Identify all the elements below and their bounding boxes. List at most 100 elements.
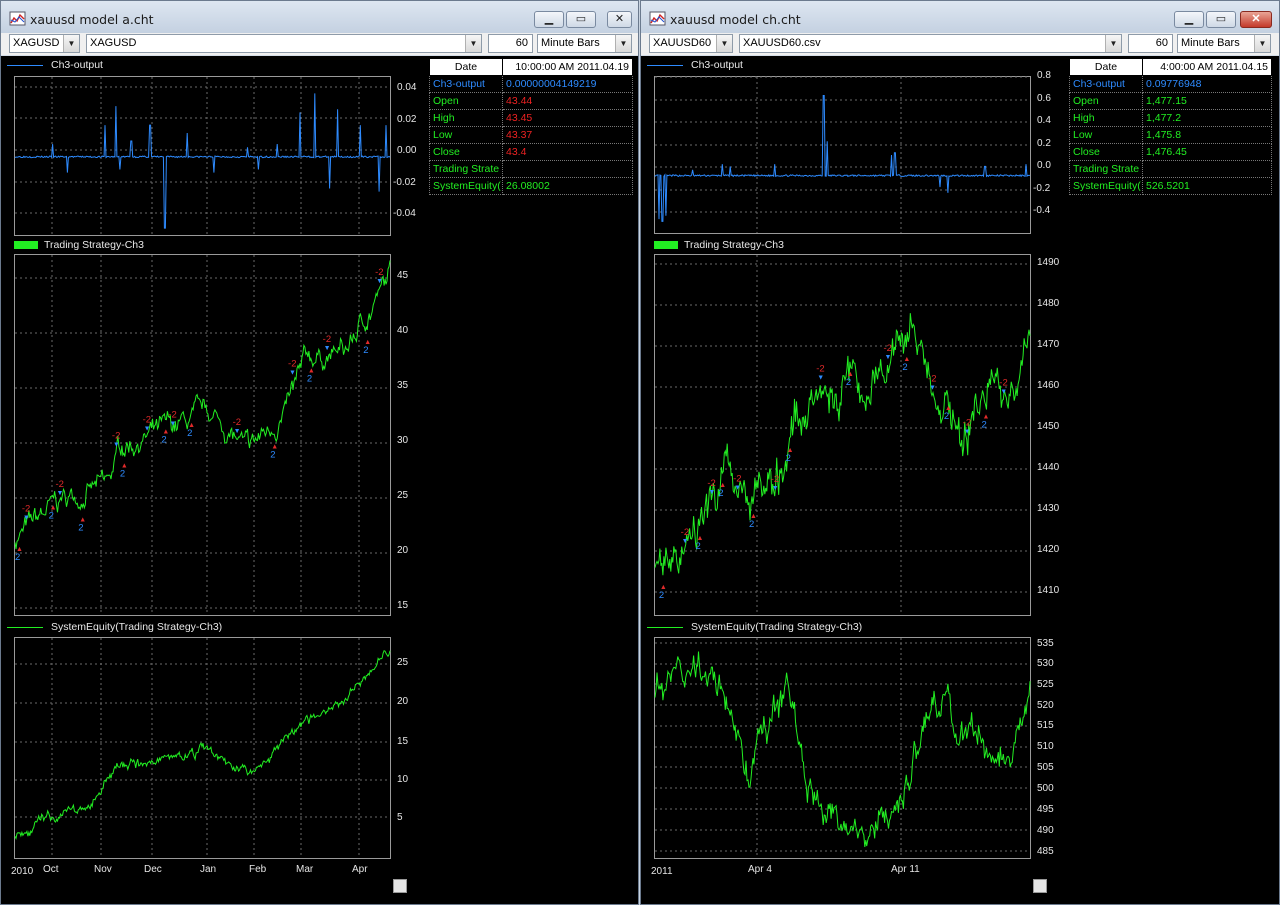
data-window: Date 10:00:00 AM 2011.04.19 Ch3-output 0.0… xyxy=(429,58,633,195)
x-tick: Apr 11 xyxy=(891,864,920,875)
interval-input[interactable]: 60 xyxy=(488,34,533,53)
y-tick: 25 xyxy=(397,657,409,668)
price-pane[interactable]: ▲2▼-2▲2▼-2▲2▼-2▲2▼-2▲2▼-2▲2▼-2▲2▼-2▲2▼-2… xyxy=(14,254,391,616)
table-row: High 1,477.2 xyxy=(1069,109,1272,127)
x-tick: Mar xyxy=(296,864,314,875)
x-start-label: 2010 xyxy=(11,866,34,877)
sell-marker: ▼ xyxy=(708,489,715,496)
symbol-description-value: XAGUSD xyxy=(90,37,137,49)
chart-window-a[interactable]: xauusd model a.cht ▁ ▭ ✕ XAGUSD ▼ XAGUSD… xyxy=(0,0,639,905)
chevron-down-icon[interactable]: ▼ xyxy=(1105,35,1121,52)
table-row: Close 43.4 xyxy=(429,143,633,161)
symbol-select[interactable]: XAUUSD60 ▼ xyxy=(649,34,733,53)
chart-window-b[interactable]: xauusd model ch.cht ▁ ▭ ✕ XAUUSD60 ▼ XAU… xyxy=(640,0,1280,905)
x-tick: Nov xyxy=(94,864,112,875)
y-tick: 485 xyxy=(1037,846,1054,857)
symbol-description-select[interactable]: XAGUSD ▼ xyxy=(86,34,482,53)
output-pane[interactable] xyxy=(654,76,1031,234)
trade-size-label: -2 xyxy=(323,334,331,345)
trade-size-label: 2 xyxy=(363,345,368,356)
trade-size-label: 2 xyxy=(15,552,20,563)
x-tick: Apr 4 xyxy=(748,864,772,875)
chart-toolbar: XAUUSD60 ▼ XAUUSD60.csv ▼ 60 Minute Bars… xyxy=(641,33,1279,55)
y-tick: 0.4 xyxy=(1037,115,1051,126)
chevron-down-icon[interactable]: ▼ xyxy=(716,35,732,52)
x-tick: Apr xyxy=(352,864,368,875)
trade-size-label: -2 xyxy=(733,474,741,485)
equity-pane[interactable] xyxy=(654,637,1031,859)
symbol-select[interactable]: XAGUSD ▼ xyxy=(9,34,80,53)
table-row: Ch3-output 0.00000004149219 xyxy=(429,75,633,93)
data-window: Date 4:00:00 AM 2011.04.15 Ch3-output 0.09… xyxy=(1069,58,1272,195)
close-button[interactable]: ✕ xyxy=(1240,11,1272,28)
table-row: SystemEquity(26.08002 xyxy=(429,177,633,195)
y-tick: 1430 xyxy=(1037,503,1060,514)
sell-marker: ▼ xyxy=(772,485,779,492)
minimize-button[interactable]: ▁ xyxy=(1174,11,1204,28)
title-bar[interactable]: xauusd model a.cht ▁ ▭ ✕ xyxy=(1,1,638,33)
trade-size-label: -2 xyxy=(56,479,64,490)
y-tick: 1410 xyxy=(1037,585,1060,596)
y-tick: 515 xyxy=(1037,720,1054,731)
equity-pane[interactable] xyxy=(14,637,391,859)
y-tick: -0.04 xyxy=(393,208,416,219)
trade-size-label: -2 xyxy=(233,417,241,428)
sell-marker: ▼ xyxy=(929,385,936,392)
bar-type-select[interactable]: Minute Bars ▼ xyxy=(537,34,632,53)
sell-marker: ▼ xyxy=(113,441,120,448)
output-legend: Ch3-output xyxy=(1,59,103,73)
sell-marker: ▼ xyxy=(169,421,176,428)
sell-marker: ▼ xyxy=(376,278,383,285)
y-tick: 1420 xyxy=(1037,544,1060,555)
chevron-down-icon[interactable]: ▼ xyxy=(465,35,481,52)
scroll-thumb[interactable] xyxy=(393,879,407,893)
y-tick: 20 xyxy=(397,545,409,556)
y-tick: 20 xyxy=(397,696,409,707)
interval-input[interactable]: 60 xyxy=(1128,34,1173,53)
window-title: xauusd model ch.cht xyxy=(670,12,801,27)
y-tick: -0.02 xyxy=(393,177,416,188)
sell-marker: ▼ xyxy=(57,490,64,497)
trade-size-label: 2 xyxy=(270,449,275,460)
y-tick: -0.2 xyxy=(1033,183,1051,194)
chevron-down-icon[interactable]: ▼ xyxy=(615,35,631,52)
table-row: Low 1,475.8 xyxy=(1069,126,1272,144)
minimize-button[interactable]: ▁ xyxy=(534,11,564,28)
trade-size-label: -2 xyxy=(288,359,296,370)
scroll-thumb[interactable] xyxy=(1033,879,1047,893)
trade-size-label: -2 xyxy=(884,343,892,354)
close-button[interactable]: ✕ xyxy=(607,11,632,28)
y-tick: 525 xyxy=(1037,679,1054,690)
maximize-button[interactable]: ▭ xyxy=(1206,11,1236,28)
bar-type-select[interactable]: Minute Bars ▼ xyxy=(1177,34,1271,53)
chevron-down-icon[interactable]: ▼ xyxy=(1254,35,1270,52)
table-header-label: Date xyxy=(1069,58,1143,76)
price-pane[interactable]: ▲2▼-2▲2▼-2▲2▼-2▲2▼-2▲2▼-2▲2▼-2▲2▼-2▲2▼-2… xyxy=(654,254,1031,616)
symbol-description-select[interactable]: XAUUSD60.csv ▼ xyxy=(739,34,1122,53)
y-tick: 10 xyxy=(397,774,409,785)
title-bar[interactable]: xauusd model ch.cht ▁ ▭ ✕ xyxy=(641,1,1279,33)
chevron-down-icon[interactable]: ▼ xyxy=(63,35,79,52)
table-row: Trading Strate xyxy=(1069,160,1272,178)
trade-size-label: 2 xyxy=(161,434,166,445)
x-tick: Feb xyxy=(249,864,267,875)
y-tick: 1440 xyxy=(1037,462,1060,473)
y-tick: 0.00 xyxy=(397,145,417,156)
y-tick: 505 xyxy=(1037,762,1054,773)
trade-size-label: 2 xyxy=(718,488,723,499)
output-pane[interactable] xyxy=(14,76,391,236)
y-tick: 15 xyxy=(397,600,409,611)
sell-marker: ▼ xyxy=(144,425,151,432)
bar-type-value: Minute Bars xyxy=(1181,37,1240,49)
y-tick: 1480 xyxy=(1037,298,1060,309)
table-header-label: Date xyxy=(429,58,503,76)
maximize-button[interactable]: ▭ xyxy=(566,11,596,28)
y-tick: 0.04 xyxy=(397,82,417,93)
y-tick: 5 xyxy=(397,812,403,823)
trade-size-label: 2 xyxy=(981,420,986,431)
sell-marker: ▼ xyxy=(324,345,331,352)
table-row: Close 1,476.45 xyxy=(1069,143,1272,161)
window-title: xauusd model a.cht xyxy=(30,12,154,27)
trade-size-label: 2 xyxy=(307,373,312,384)
y-tick: 1450 xyxy=(1037,421,1060,432)
